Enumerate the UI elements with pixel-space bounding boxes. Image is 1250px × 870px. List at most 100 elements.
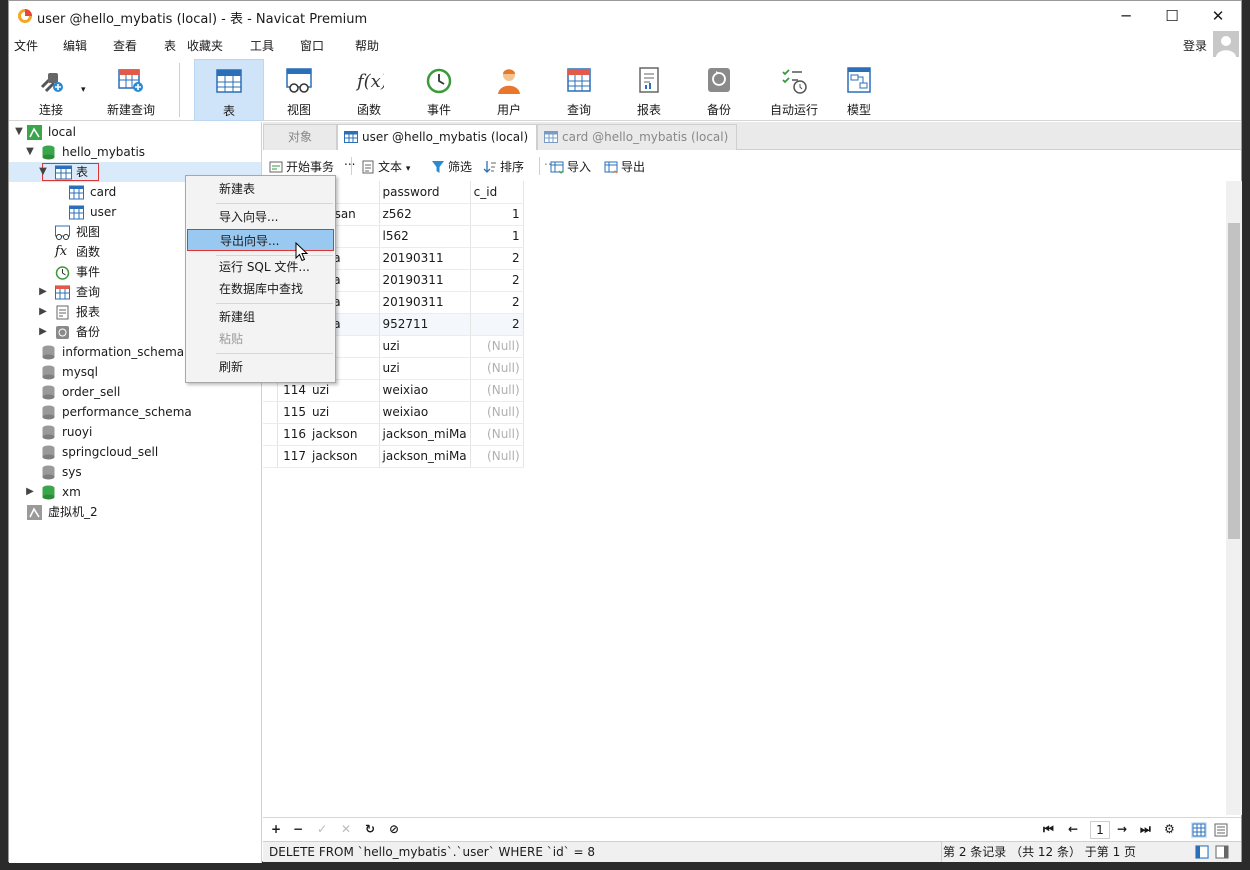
cell-c-id[interactable]: 1 <box>470 203 524 226</box>
toolbar-auto-run[interactable]: 自动运行 <box>754 59 834 121</box>
cell-c-id[interactable]: (Null) <box>470 401 524 424</box>
avatar[interactable] <box>1213 31 1239 57</box>
scrollbar-thumb[interactable] <box>1228 223 1240 539</box>
cell-c-id[interactable]: (Null) <box>470 423 524 446</box>
cell-name[interactable]: jackson <box>309 423 380 446</box>
sort-button[interactable]: 排序 <box>483 158 524 175</box>
cell-c-id[interactable]: 2 <box>470 247 524 270</box>
login-link[interactable]: 登录 <box>1183 37 1207 54</box>
cell-name[interactable]: jackson <box>309 445 380 468</box>
toolbar-model[interactable]: 模型 <box>834 59 884 121</box>
tree-connection-vm2[interactable]: 虚拟机_2 <box>9 502 261 522</box>
cell-c-id[interactable]: (Null) <box>470 335 524 358</box>
tab-objects[interactable]: 对象 <box>263 124 337 150</box>
ctx-run-sql-file[interactable]: 运行 SQL 文件... <box>187 256 334 278</box>
toolbar-connect[interactable]: 连接 <box>23 59 79 121</box>
settings-gear-icon[interactable]: ⚙ <box>1164 822 1175 836</box>
cell-password[interactable]: 952711 <box>379 313 471 336</box>
begin-transaction-button[interactable]: 开始事务 <box>269 158 334 175</box>
cell-c-id[interactable]: (Null) <box>470 445 524 468</box>
cell-c-id[interactable]: 2 <box>470 291 524 314</box>
import-button[interactable]: 导入 <box>550 158 591 175</box>
cell-password[interactable]: 20190311 <box>379 291 471 314</box>
column-header-password[interactable]: password <box>379 181 471 204</box>
table-row[interactable]: 115 uzi weixiao (Null) <box>263 401 524 424</box>
collapse-arrow-icon[interactable]: ▶ <box>37 322 49 342</box>
vertical-scrollbar[interactable] <box>1226 181 1242 815</box>
menu-file[interactable]: 文件 <box>14 37 38 54</box>
tree-db-springcloud-sell[interactable]: springcloud_sell <box>9 442 261 462</box>
cell-password[interactable]: weixiao <box>379 401 471 424</box>
cell-id[interactable]: 116 <box>277 423 309 446</box>
row-selector[interactable] <box>263 423 278 446</box>
menu-table[interactable]: 表 <box>164 37 176 54</box>
apply-changes-button[interactable]: ✓ <box>317 822 327 836</box>
last-page-button[interactable]: ⏭ <box>1140 822 1151 837</box>
ctx-refresh[interactable]: 刷新 <box>187 356 334 378</box>
page-number-input[interactable]: 1 <box>1090 821 1110 839</box>
row-selector[interactable] <box>263 401 278 424</box>
ctx-export-wizard[interactable]: 导出向导... <box>187 229 334 251</box>
ctx-paste[interactable]: 粘贴 <box>187 328 334 350</box>
collapse-arrow-icon[interactable]: ▶ <box>37 302 49 322</box>
menu-favorites[interactable]: 收藏夹 <box>187 37 223 54</box>
tree-connection-local[interactable]: ▼ local <box>9 122 261 142</box>
first-page-button[interactable]: ⏮ <box>1043 822 1054 837</box>
toolbar-event[interactable]: 事件 <box>404 59 474 121</box>
discard-changes-button[interactable]: ✕ <box>341 822 351 836</box>
cell-password[interactable]: l562 <box>379 225 471 248</box>
panel-left-icon[interactable] <box>1195 845 1209 859</box>
cell-password[interactable]: 20190311 <box>379 247 471 270</box>
stop-button[interactable]: ⊘ <box>389 822 399 836</box>
export-button[interactable]: 导出 <box>604 158 645 175</box>
cell-c-id[interactable]: (Null) <box>470 379 524 402</box>
grid-view-icon[interactable] <box>1191 822 1207 838</box>
cell-password[interactable]: uzi <box>379 335 471 358</box>
ctx-find-in-database[interactable]: 在数据库中查找 <box>187 278 334 300</box>
tree-db-hello-mybatis[interactable]: ▼ hello_mybatis <box>9 142 261 162</box>
toolbar-backup[interactable]: 备份 <box>684 59 754 121</box>
close-button[interactable]: ✕ <box>1195 1 1241 31</box>
tree-db-sys[interactable]: sys <box>9 462 261 482</box>
filter-button[interactable]: 筛选 <box>431 158 472 175</box>
table-row[interactable]: 116 jackson jackson_miMa (Null) <box>263 423 524 446</box>
ctx-new-table[interactable]: 新建表 <box>187 178 334 200</box>
menu-help[interactable]: 帮助 <box>355 37 379 54</box>
cell-password[interactable]: jackson_miMa <box>379 423 471 446</box>
expand-arrow-icon[interactable]: ▼ <box>13 122 25 142</box>
cell-password[interactable]: uzi <box>379 357 471 380</box>
panel-right-icon[interactable] <box>1215 845 1229 859</box>
toolbar-report[interactable]: 报表 <box>614 59 684 121</box>
form-view-icon[interactable] <box>1213 822 1229 838</box>
ctx-new-group[interactable]: 新建组 <box>187 306 334 328</box>
expand-arrow-icon[interactable]: ▼ <box>37 162 49 182</box>
row-selector[interactable] <box>263 445 278 468</box>
cell-password[interactable]: 20190311 <box>379 269 471 292</box>
next-page-button[interactable]: → <box>1117 822 1127 836</box>
menu-window[interactable]: 窗口 <box>300 37 324 54</box>
text-button[interactable]: 文本 ▾ <box>361 158 410 175</box>
collapse-arrow-icon[interactable]: ▶ <box>37 282 49 302</box>
tab-user-table[interactable]: user @hello_mybatis (local) ... <box>337 124 537 168</box>
column-header-c-id[interactable]: c_id <box>470 181 524 204</box>
minimize-button[interactable]: ─ <box>1103 1 1149 31</box>
menu-view[interactable]: 查看 <box>113 37 137 54</box>
tab-card-table[interactable]: card @hello_mybatis (local) ... <box>537 124 737 168</box>
tree-db-order-sell[interactable]: order_sell <box>9 382 261 402</box>
toolbar-view[interactable]: 视图 <box>264 59 334 121</box>
cell-c-id[interactable]: 1 <box>470 225 524 248</box>
connect-dropdown-icon[interactable]: ▾ <box>81 85 86 95</box>
add-record-button[interactable]: + <box>271 822 281 836</box>
ctx-import-wizard[interactable]: 导入向导... <box>187 206 334 228</box>
cell-c-id[interactable]: 2 <box>470 313 524 336</box>
menu-tools[interactable]: 工具 <box>250 37 274 54</box>
delete-record-button[interactable]: − <box>293 822 303 836</box>
toolbar-query[interactable]: 查询 <box>544 59 614 121</box>
cell-password[interactable]: z562 <box>379 203 471 226</box>
toolbar-new-query[interactable]: 新建查询 <box>95 59 167 121</box>
cell-id[interactable]: 117 <box>277 445 309 468</box>
toolbar-table[interactable]: 表 <box>194 59 264 121</box>
prev-page-button[interactable]: ← <box>1068 822 1078 836</box>
cell-c-id[interactable]: 2 <box>470 269 524 292</box>
cell-c-id[interactable]: (Null) <box>470 357 524 380</box>
